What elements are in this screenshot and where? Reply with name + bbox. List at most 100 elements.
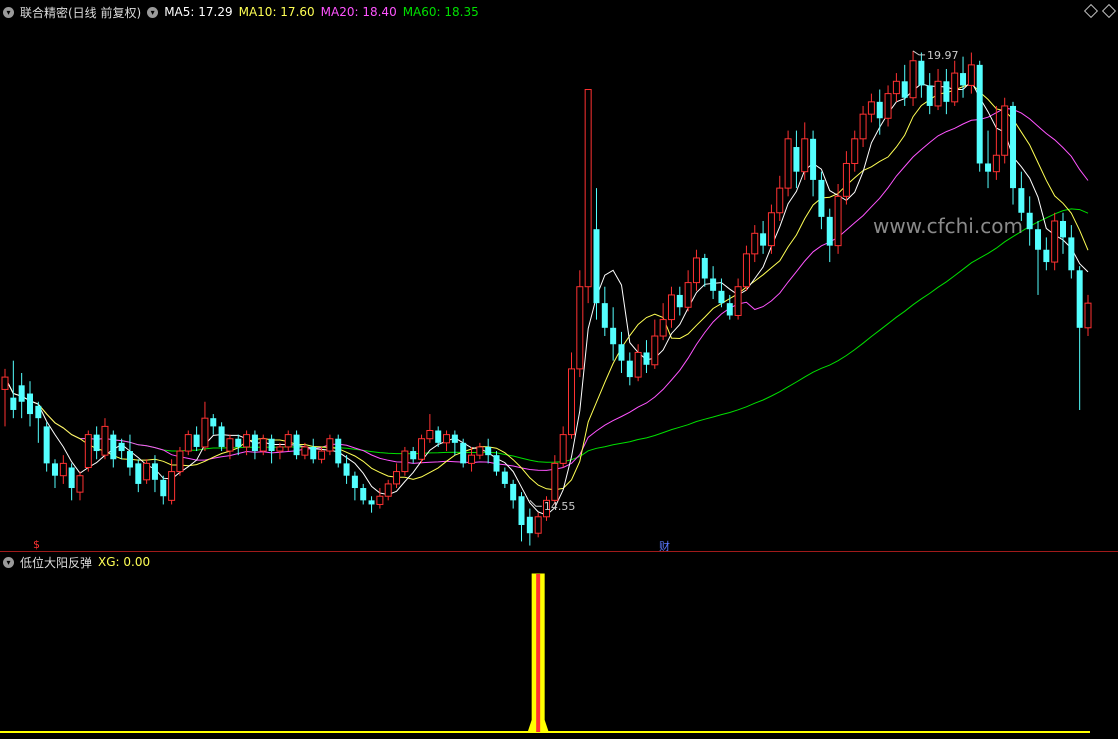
candle[interactable] <box>335 434 342 468</box>
candle[interactable] <box>584 89 592 304</box>
candle[interactable] <box>985 130 992 189</box>
candle[interactable] <box>909 50 917 106</box>
candle[interactable] <box>326 434 334 456</box>
candle[interactable] <box>284 430 292 452</box>
candle[interactable] <box>618 331 625 373</box>
candle[interactable] <box>967 52 975 94</box>
candle[interactable] <box>293 430 300 460</box>
candle[interactable] <box>667 286 675 328</box>
candle[interactable] <box>251 430 258 460</box>
candle[interactable] <box>26 381 33 427</box>
candle[interactable] <box>1060 212 1067 254</box>
candle[interactable] <box>384 479 392 501</box>
candle[interactable] <box>776 175 784 221</box>
candle[interactable] <box>1084 294 1092 337</box>
candle[interactable] <box>393 463 401 489</box>
candle[interactable] <box>68 463 75 501</box>
candle[interactable] <box>651 319 659 369</box>
candle[interactable] <box>510 479 517 509</box>
candle[interactable] <box>760 220 767 254</box>
diamond-icon[interactable] <box>1101 3 1117 19</box>
candle[interactable] <box>468 446 476 472</box>
candle[interactable] <box>976 60 983 172</box>
candle[interactable] <box>368 496 375 513</box>
candle[interactable] <box>526 508 533 546</box>
candle[interactable] <box>418 434 426 464</box>
candle[interactable] <box>726 294 733 320</box>
indicator-chart[interactable] <box>0 570 1118 739</box>
candle[interactable] <box>310 438 317 464</box>
candle[interactable] <box>51 459 58 489</box>
candle[interactable] <box>851 130 859 172</box>
candle[interactable] <box>926 73 933 115</box>
candle[interactable] <box>876 89 883 135</box>
indicator-name[interactable]: 低位大阳反弹 <box>20 554 92 571</box>
candle[interactable] <box>784 130 792 197</box>
candle[interactable] <box>460 438 467 468</box>
candle[interactable] <box>734 278 742 320</box>
candle[interactable] <box>235 434 242 456</box>
candle[interactable] <box>601 286 608 337</box>
candle[interactable] <box>992 105 1000 180</box>
candle[interactable] <box>485 438 492 464</box>
candle[interactable] <box>859 105 867 148</box>
candle[interactable] <box>826 208 833 263</box>
candle[interactable] <box>135 459 142 493</box>
candle[interactable] <box>184 430 192 456</box>
candle[interactable] <box>643 340 650 373</box>
candle[interactable] <box>59 455 67 484</box>
candle[interactable] <box>518 492 525 542</box>
candle[interactable] <box>426 414 434 443</box>
candle[interactable] <box>160 475 167 505</box>
candle[interactable] <box>710 266 717 300</box>
candle[interactable] <box>443 430 451 452</box>
candle[interactable] <box>176 446 184 476</box>
candle[interactable] <box>951 60 959 106</box>
candle[interactable] <box>559 426 567 468</box>
candle[interactable] <box>493 451 500 476</box>
candle[interactable] <box>1026 196 1033 246</box>
candle[interactable] <box>593 188 600 320</box>
candle[interactable] <box>934 68 942 111</box>
candle[interactable] <box>1 368 9 427</box>
candle[interactable] <box>801 122 809 180</box>
diamond-icon[interactable] <box>1083 3 1099 19</box>
candle[interactable] <box>168 459 176 505</box>
candle[interactable] <box>476 442 484 460</box>
candle[interactable] <box>842 151 850 205</box>
candle[interactable] <box>626 352 633 386</box>
candle[interactable] <box>659 303 667 341</box>
candle[interactable] <box>767 204 775 254</box>
candle[interactable] <box>576 270 584 378</box>
stock-title[interactable]: 联合精密(日线 前复权) <box>20 4 141 21</box>
chevron-down-icon[interactable]: ▾ <box>3 6 14 18</box>
chevron-down-icon[interactable]: ▾ <box>3 556 14 568</box>
candle[interactable] <box>692 249 700 291</box>
candle[interactable] <box>567 352 575 439</box>
candle[interactable] <box>126 434 133 476</box>
candle[interactable] <box>451 430 458 456</box>
candle[interactable] <box>93 426 100 460</box>
candle[interactable] <box>18 372 25 419</box>
candle[interactable] <box>810 130 817 197</box>
candle[interactable] <box>401 446 409 476</box>
candle[interactable] <box>867 93 875 123</box>
candle[interactable] <box>943 68 950 115</box>
candle[interactable] <box>1043 237 1050 271</box>
candle[interactable] <box>118 438 125 460</box>
candle[interactable] <box>110 430 117 468</box>
candle[interactable] <box>268 434 275 464</box>
candle[interactable] <box>676 286 683 316</box>
candle[interactable] <box>610 307 617 361</box>
candle[interactable] <box>210 414 217 435</box>
candle[interactable] <box>793 130 800 189</box>
candle[interactable] <box>1076 266 1083 410</box>
candle[interactable] <box>43 422 50 472</box>
candle[interactable] <box>884 85 892 127</box>
candle[interactable] <box>892 73 900 102</box>
candle[interactable] <box>818 171 825 230</box>
candle[interactable] <box>1035 220 1042 295</box>
candle[interactable] <box>84 430 92 472</box>
candle[interactable] <box>918 52 925 98</box>
candle[interactable] <box>193 426 200 452</box>
